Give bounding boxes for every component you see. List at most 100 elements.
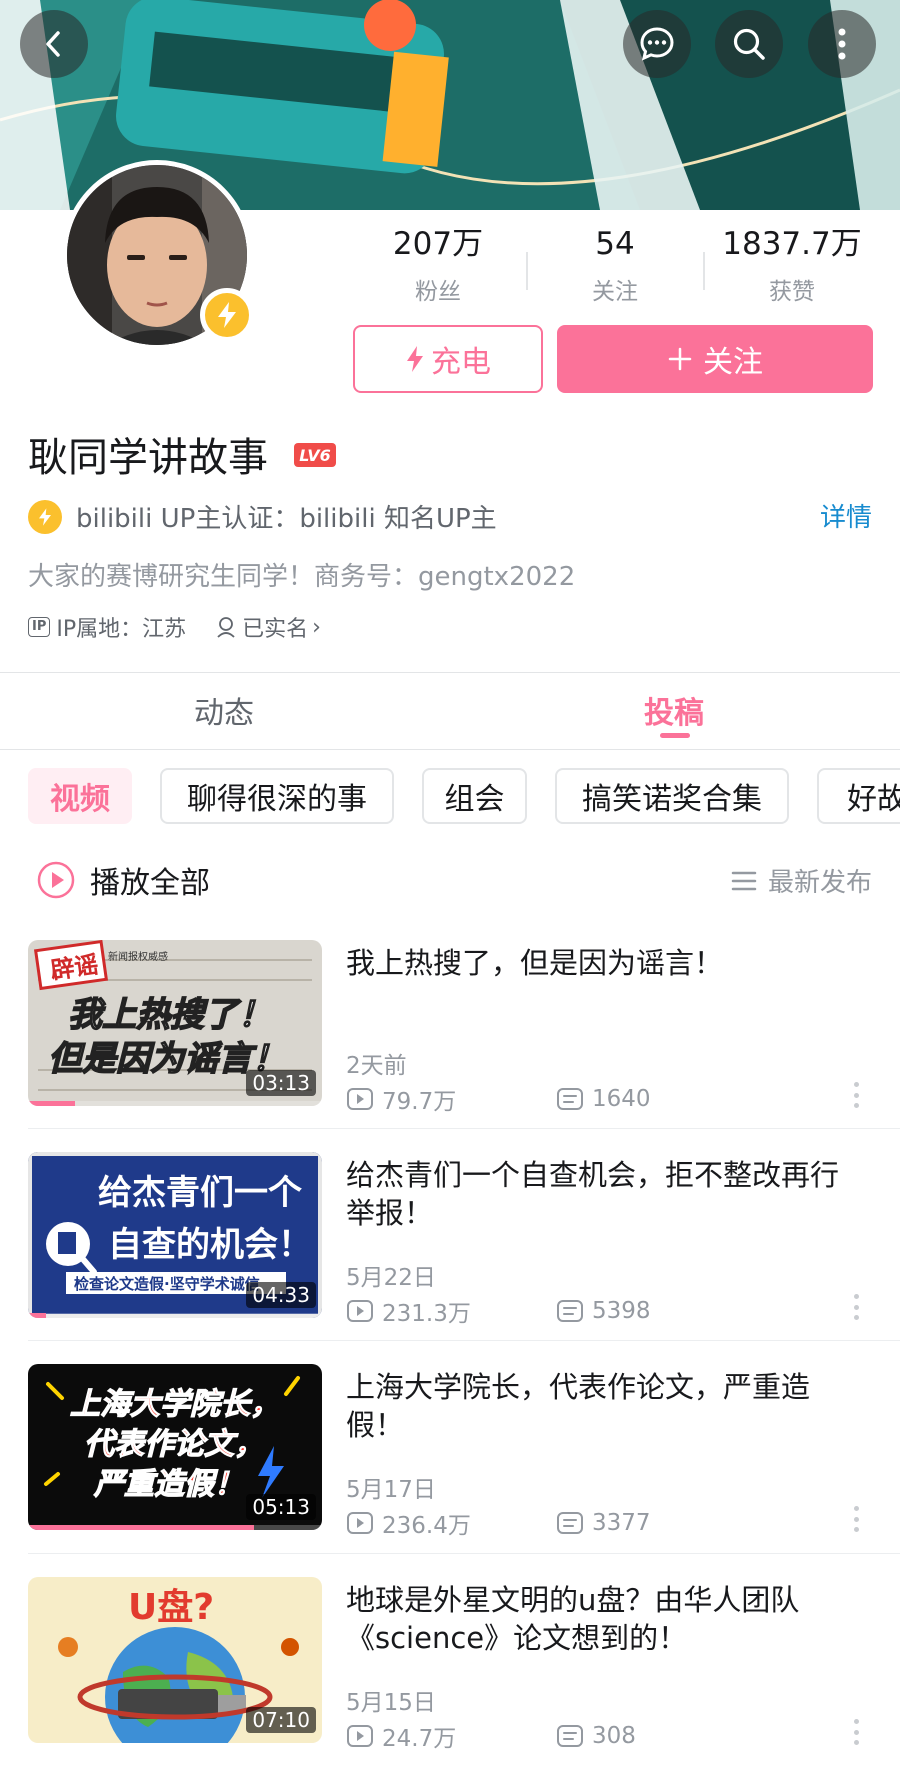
view-count-value: 231.3万 [382, 1301, 471, 1327]
comment-count: 308 [556, 1723, 636, 1749]
verified-bolt-icon [200, 288, 254, 342]
video-title[interactable]: 我上热搜了，但是因为谣言！ [346, 944, 866, 982]
video-duration: 03:13 [246, 1070, 316, 1096]
message-button[interactable] [623, 10, 691, 78]
tab-dynamics[interactable]: 动态 [194, 688, 254, 732]
thumb-text: 自查的机会！ [108, 1225, 312, 1265]
play-circle-icon [37, 861, 75, 899]
list-sort-icon [731, 871, 757, 890]
video-more-icon[interactable] [846, 1715, 866, 1749]
video-item[interactable]: 上海大学院长， 代表作论文， 严重造假！ 05:13 上海大学院长，代表作论文，… [28, 1364, 872, 1539]
thumb-text: 严重造假！ [93, 1467, 244, 1502]
sort-label: 最新发布 [767, 868, 872, 898]
details-link[interactable]: 详情 [820, 497, 872, 534]
video-title[interactable]: 给杰青们一个自查机会，拒不整改再行举报！ [346, 1156, 866, 1232]
danmaku-icon [557, 1512, 583, 1534]
chevron-right-icon: › [312, 614, 321, 640]
video-title[interactable]: 地球是外星文明的u盘？由华人团队《science》论文想到的！ [346, 1581, 866, 1657]
comment-count: 5398 [556, 1298, 651, 1324]
follow-button[interactable]: 关注 [557, 325, 873, 393]
ip-icon: IP [28, 617, 51, 637]
play-count-icon [347, 1512, 373, 1534]
thumb-text: 代表作论文， [84, 1427, 264, 1462]
thumb-text: 我上热搜了！ [68, 995, 272, 1035]
danmaku-icon [557, 1300, 583, 1322]
video-thumbnail[interactable]: 上海大学院长， 代表作论文， 严重造假！ 05:13 [28, 1364, 322, 1530]
watch-progress [28, 1313, 322, 1318]
back-button[interactable] [20, 10, 88, 78]
more-vertical-icon [838, 28, 846, 60]
real-name-label: 已实名 [242, 617, 309, 642]
view-count: 24.7万 [346, 1719, 556, 1753]
stat-likes[interactable]: 1837.7万 获赞 [704, 222, 880, 306]
video-thumbnail[interactable]: 给杰青们一个 自查的机会！ 检查论文造假·坚守学术诚信 04:33 [28, 1152, 322, 1318]
tabs-divider [0, 749, 900, 750]
video-duration: 04:33 [246, 1282, 316, 1308]
video-item[interactable]: U盘? 07:10 地球是外星文明的u盘？由华人团队《science》论文想到的… [28, 1577, 872, 1752]
search-icon [733, 28, 765, 60]
play-count-icon [347, 1725, 373, 1747]
bio-text: 大家的赛博研究生同学！商务号：gengtx2022 [28, 562, 576, 592]
active-tab-indicator [660, 733, 690, 738]
stat-following[interactable]: 54 关注 [527, 222, 703, 306]
thumb-header: 新闻报权威感 [108, 950, 168, 963]
video-item[interactable]: 辟谣 新闻报权威感 我上热搜了！ 但是因为谣言！ 03:13 我上热搜了，但是因… [28, 940, 872, 1115]
play-all-button[interactable]: 播放全部 [36, 858, 210, 902]
certification-row: bilibili UP主认证：bilibili 知名UP主 [28, 498, 497, 535]
watch-progress-fill [28, 1101, 76, 1106]
video-item[interactable]: 给杰青们一个 自查的机会！ 检查论文造假·坚守学术诚信 04:33 给杰青们一个… [28, 1152, 872, 1327]
row-divider [28, 1128, 900, 1129]
video-stats: 79.7万 1640 [346, 1082, 651, 1116]
charge-label: 充电 [431, 345, 491, 380]
search-button[interactable] [715, 10, 783, 78]
view-count-value: 236.4万 [382, 1513, 471, 1539]
lightning-icon [407, 346, 423, 372]
danmaku-icon [557, 1088, 583, 1110]
more-options-button[interactable] [808, 10, 876, 78]
play-count-icon [347, 1300, 373, 1322]
view-count-value: 79.7万 [382, 1089, 457, 1115]
verified-bolt-icon [28, 499, 62, 534]
video-duration: 05:13 [246, 1494, 316, 1520]
video-stats: 24.7万 308 [346, 1719, 636, 1753]
chip-ig-nobel[interactable]: 搞笑诺奖合集 [555, 768, 789, 824]
video-more-icon[interactable] [846, 1502, 866, 1536]
chat-bubble-icon [640, 27, 674, 61]
avatar[interactable] [62, 160, 254, 350]
real-name-verified[interactable]: 已实名 › [214, 611, 321, 643]
video-thumbnail[interactable]: 辟谣 新闻报权威感 我上热搜了！ 但是因为谣言！ 03:13 [28, 940, 322, 1106]
tab-uploads[interactable]: 投稿 [644, 688, 704, 732]
category-chips: 视频 聊得很深的事 组会 搞笑诺奖合集 好故 [0, 768, 900, 828]
comment-count: 1640 [556, 1086, 651, 1112]
chip-group-meeting[interactable]: 组会 [422, 768, 527, 824]
chip-good-stories[interactable]: 好故 [817, 768, 900, 824]
video-stats: 231.3万 5398 [346, 1294, 651, 1328]
video-more-icon[interactable] [846, 1290, 866, 1324]
video-title[interactable]: 上海大学院长，代表作论文，严重造假！ [346, 1368, 866, 1444]
danmaku-icon [557, 1725, 583, 1747]
view-count-value: 24.7万 [382, 1726, 457, 1752]
follow-label: 关注 [703, 345, 763, 380]
sort-button[interactable]: 最新发布 [730, 862, 872, 899]
comment-count: 3377 [556, 1510, 651, 1536]
comment-count-value: 308 [592, 1723, 636, 1749]
charge-button[interactable]: 充电 [353, 325, 543, 393]
section-divider [0, 672, 900, 673]
comment-count-value: 3377 [592, 1510, 651, 1536]
video-date: 5月17日 [346, 1477, 436, 1503]
stat-value: 1837.7万 [722, 226, 862, 262]
chip-videos[interactable]: 视频 [28, 768, 132, 824]
username: 耿同学讲故事 [28, 435, 268, 481]
thumb-text: 给杰青们一个 [98, 1173, 302, 1213]
chip-deep-talk[interactable]: 聊得很深的事 [160, 768, 394, 824]
meta-row: IP IP属地：江苏 已实名 › [28, 611, 321, 643]
comment-count-value: 1640 [592, 1086, 651, 1112]
video-duration: 07:10 [246, 1707, 316, 1733]
stat-label: 粉丝 [415, 279, 461, 305]
stat-label: 关注 [592, 279, 638, 305]
video-date: 2天前 [346, 1053, 407, 1079]
video-more-icon[interactable] [846, 1078, 866, 1112]
watch-progress-fill [28, 1313, 46, 1318]
video-thumbnail[interactable]: U盘? 07:10 [28, 1577, 322, 1743]
stat-fans[interactable]: 207万 粉丝 [350, 222, 526, 306]
